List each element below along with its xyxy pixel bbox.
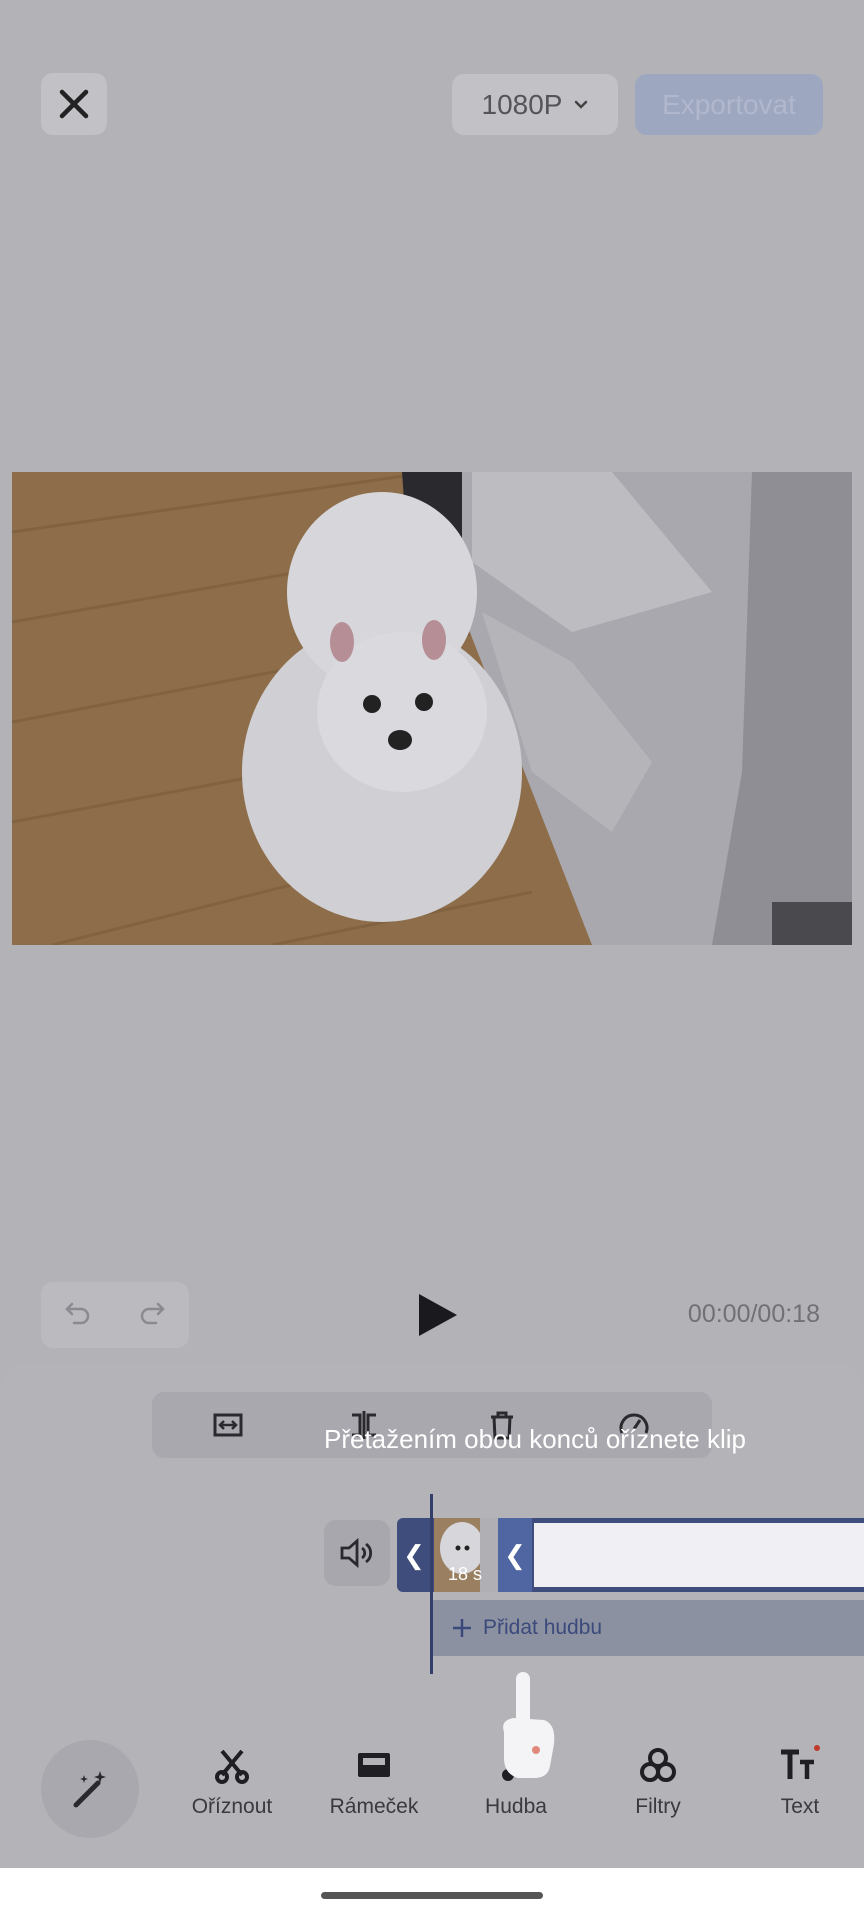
nav-label-music: Hudba	[485, 1795, 547, 1818]
nav-item-trim[interactable]: Oříznout	[172, 1745, 292, 1819]
nav-label-trim: Oříznout	[191, 1795, 273, 1818]
clip-trim-right-handle[interactable]: ❮	[498, 1518, 532, 1592]
chevron-left-icon: ❮	[403, 1539, 425, 1570]
nav-label-frame: Rámeček	[329, 1795, 419, 1818]
timeline-playhead[interactable]	[430, 1494, 433, 1674]
resolution-value: 1080P	[481, 88, 563, 120]
nav-item-filters[interactable]: Filtry	[598, 1745, 718, 1819]
playback-time: 00:00/00:18	[687, 1300, 820, 1328]
tap-gesture-hint	[494, 1670, 560, 1780]
resolution-selector[interactable]: 1080P	[452, 74, 618, 135]
clip-trim-left-handle[interactable]: ❮	[397, 1518, 431, 1592]
volume-icon	[340, 1537, 373, 1569]
magic-wand-icon	[73, 1771, 106, 1808]
magic-edit-button[interactable]	[41, 1740, 139, 1838]
export-button[interactable]: Exportovat	[635, 74, 823, 135]
nav-item-frame[interactable]: Rámeček	[314, 1745, 434, 1819]
export-label: Exportovat	[662, 88, 796, 120]
undo-redo-group	[41, 1282, 189, 1348]
video-preview[interactable]	[12, 472, 852, 945]
close-button[interactable]	[41, 73, 107, 135]
frame-icon	[358, 1753, 390, 1777]
trim-hint-tooltip: Přetažením obou konců oříznete klip	[323, 1424, 747, 1454]
undo-icon	[65, 1302, 90, 1324]
scissors-icon	[215, 1749, 249, 1784]
play-icon	[419, 1294, 457, 1336]
play-button[interactable]	[415, 1292, 461, 1338]
text-icon	[781, 1745, 820, 1779]
fit-icon[interactable]	[212, 1409, 244, 1441]
clip-duration: 18 s	[448, 1564, 483, 1584]
plus-icon	[453, 1619, 471, 1637]
chevron-left-icon: ❮	[504, 1539, 526, 1570]
filters-icon	[640, 1748, 676, 1782]
nav-item-text[interactable]: Text	[740, 1745, 860, 1819]
nav-label-text: Text	[780, 1795, 820, 1818]
add-music-button[interactable]: Přidat hudbu	[433, 1600, 864, 1656]
nav-label-filters: Filtry	[635, 1795, 681, 1818]
add-music-label: Přidat hudbu	[483, 1616, 603, 1639]
pointing-hand-icon	[503, 1672, 555, 1778]
clip-extension-area	[534, 1523, 864, 1587]
home-indicator[interactable]	[321, 1892, 543, 1899]
close-icon	[59, 89, 89, 119]
volume-button[interactable]	[324, 1520, 390, 1586]
undo-button[interactable]	[64, 1300, 92, 1331]
video-frame-image	[12, 472, 852, 945]
redo-icon	[140, 1302, 165, 1324]
redo-button[interactable]	[138, 1300, 166, 1331]
chevron-down-icon	[575, 100, 588, 109]
notification-dot	[814, 1745, 820, 1751]
